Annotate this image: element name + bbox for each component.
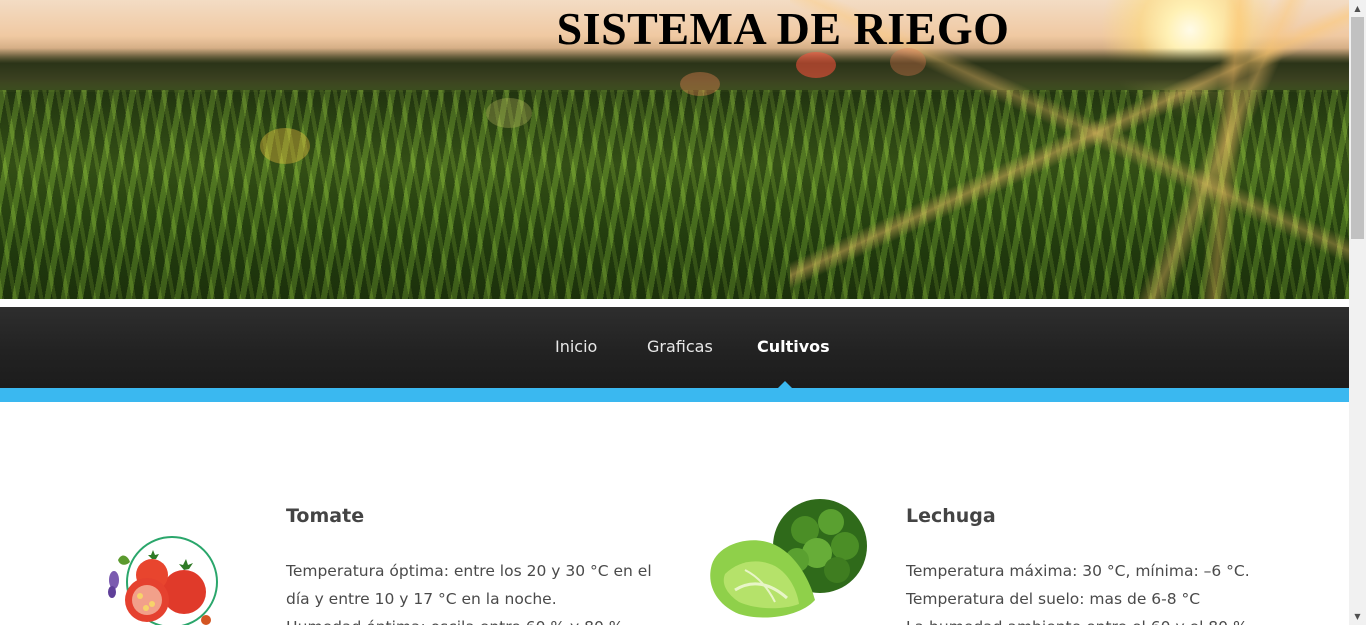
nav-list: Inicio Graficas Cultivos <box>0 307 1349 388</box>
crop-text-line: Temperatura máxima: 30 °C, mínima: –6 °C… <box>906 562 1250 580</box>
scroll-down-arrow-icon[interactable]: ▼ <box>1349 608 1366 625</box>
crop-text-line: Humedad óptima: oscila entre 60 % y 80 % <box>286 613 624 625</box>
crop-text-line: Temperatura del suelo: mas de 6-8 °C <box>906 590 1201 608</box>
lens-flare <box>486 98 532 128</box>
vertical-scrollbar[interactable]: ▲ ▼ <box>1349 0 1366 625</box>
accent-bar <box>0 388 1349 402</box>
crop-title-lechuga: Lechuga <box>906 505 996 527</box>
crop-title-tomate: Tomate <box>286 505 365 527</box>
scrollbar-thumb[interactable] <box>1351 17 1364 239</box>
lens-flare <box>796 52 836 78</box>
nav-item-inicio[interactable]: Inicio <box>555 337 597 356</box>
crop-text-line: La humedad ambiente entre el 60 y el 80 … <box>906 613 1248 625</box>
nav-item-graficas[interactable]: Graficas <box>647 337 713 356</box>
scroll-up-arrow-icon[interactable]: ▲ <box>1349 0 1366 17</box>
nav-item-cultivos[interactable]: Cultivos <box>757 337 830 356</box>
main-navbar: Inicio Graficas Cultivos <box>0 307 1349 389</box>
crop-text-line: Temperatura óptima: entre los 20 y 30 °C… <box>286 562 652 580</box>
crop-text-line: día y entre 10 y 17 °C en la noche. <box>286 590 557 608</box>
site-title: SISTEMA DE RIEGO <box>556 3 1010 54</box>
lens-flare <box>680 72 720 96</box>
lettuce-icon <box>705 498 870 625</box>
lens-flare <box>260 128 310 164</box>
tomato-icon <box>100 530 225 625</box>
